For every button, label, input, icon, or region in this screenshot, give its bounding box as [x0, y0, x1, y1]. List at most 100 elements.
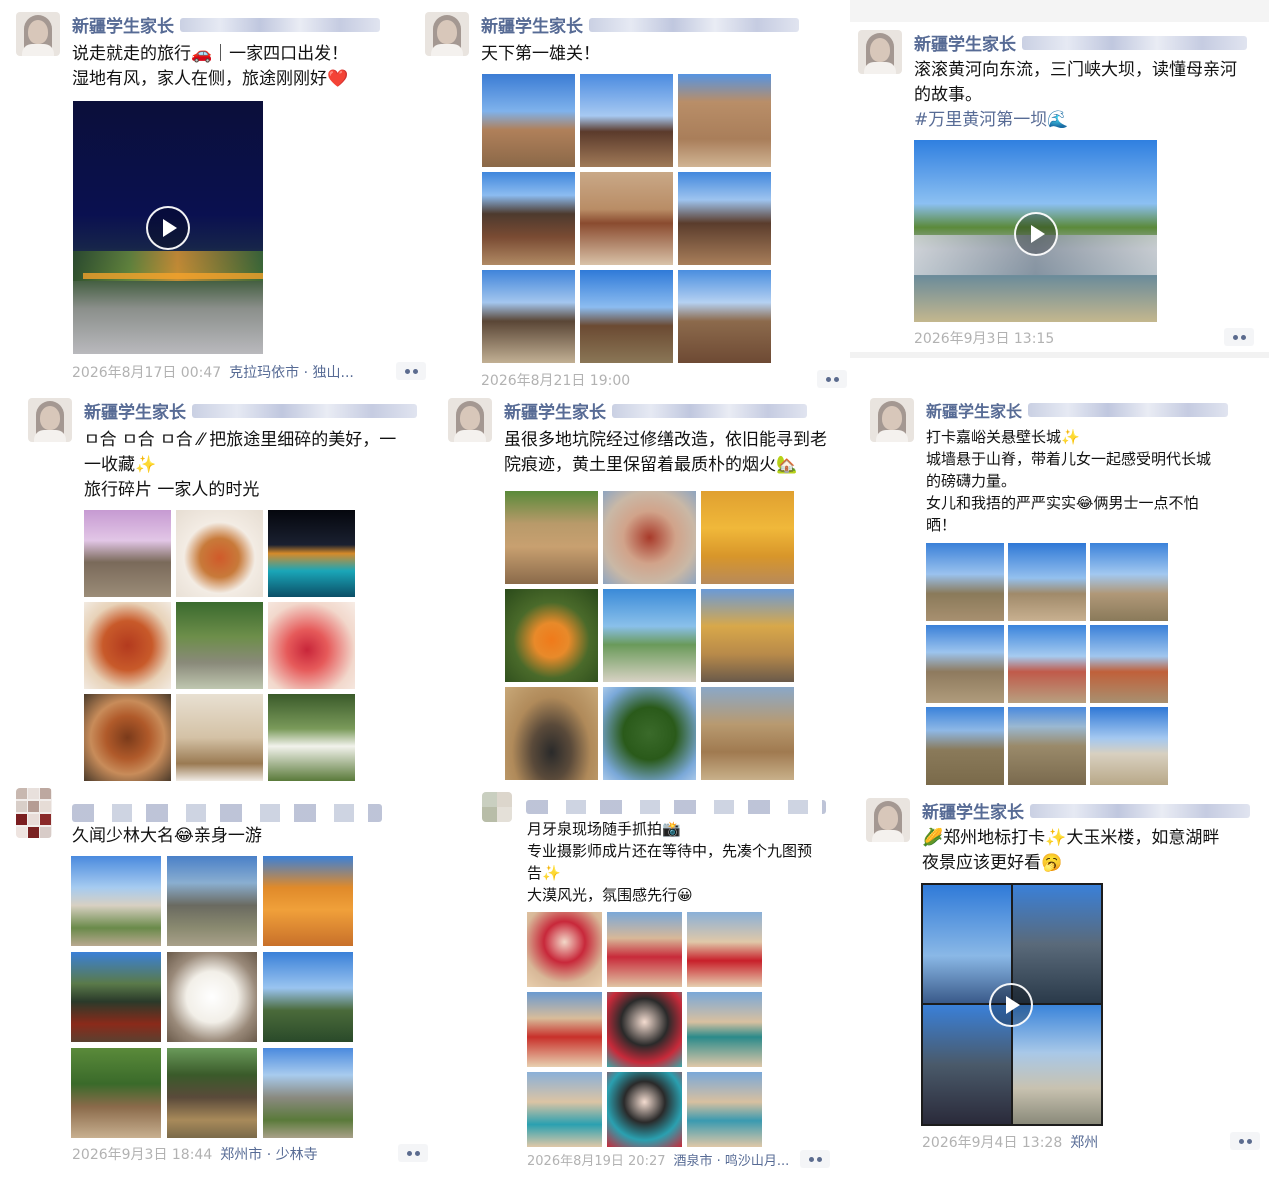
- photo[interactable]: [176, 602, 263, 689]
- post-location[interactable]: 克拉玛依市 · 独山...: [229, 365, 354, 381]
- photo[interactable]: [926, 543, 1004, 621]
- avatar[interactable]: [16, 788, 52, 838]
- photo[interactable]: [678, 270, 771, 363]
- play-icon[interactable]: [1014, 212, 1058, 256]
- play-icon[interactable]: [989, 983, 1033, 1027]
- post-time: 2026年9月4日 13:28: [922, 1135, 1063, 1151]
- photo[interactable]: [527, 992, 602, 1067]
- photo[interactable]: [268, 694, 355, 781]
- photo[interactable]: [482, 270, 575, 363]
- photo[interactable]: [482, 74, 575, 167]
- photo[interactable]: [701, 687, 794, 780]
- nickname[interactable]: 新疆学生家长: [504, 403, 606, 423]
- post-text-line: 天下第一雄关！: [481, 44, 600, 64]
- photo[interactable]: [505, 687, 598, 780]
- photo[interactable]: [687, 992, 762, 1067]
- more-dots-icon[interactable]: [1224, 328, 1254, 346]
- nickname[interactable]: 新疆学生家长: [926, 402, 1022, 421]
- nickname[interactable]: 新疆学生家长: [72, 17, 174, 37]
- photo[interactable]: [678, 172, 771, 265]
- more-dots-icon[interactable]: [800, 1150, 830, 1168]
- post-location[interactable]: 酒泉市 · 鸣沙山月...: [674, 1154, 790, 1169]
- redacted-name: [1028, 403, 1229, 417]
- post-location[interactable]: 郑州市 · 少林寺: [220, 1147, 317, 1163]
- photo[interactable]: [167, 952, 257, 1042]
- post-text-line: 一收藏✨: [84, 455, 157, 475]
- photo[interactable]: [687, 912, 762, 987]
- video-thumbnail[interactable]: [73, 101, 263, 354]
- more-dots-icon[interactable]: [1230, 1132, 1260, 1150]
- photo[interactable]: [1008, 543, 1086, 621]
- photo[interactable]: [1008, 707, 1086, 785]
- post-text-line: 🌽郑州地标打卡✨大玉米楼，如意湖畔: [922, 828, 1220, 848]
- post-text-line: 大漠风光，氛围感先行😀: [527, 886, 693, 904]
- photo[interactable]: [263, 856, 353, 946]
- post-text: 天下第一雄关！: [481, 42, 600, 67]
- photo[interactable]: [603, 491, 696, 584]
- photo[interactable]: [701, 491, 794, 584]
- photo[interactable]: [1090, 625, 1168, 703]
- photo[interactable]: [701, 589, 794, 682]
- photo[interactable]: [1090, 543, 1168, 621]
- photo[interactable]: [84, 694, 171, 781]
- post-text-line: 晒！: [926, 516, 957, 534]
- photo[interactable]: [607, 1072, 682, 1147]
- photo[interactable]: [687, 1072, 762, 1147]
- nickname[interactable]: 新疆学生家长: [481, 17, 583, 37]
- photo[interactable]: [505, 589, 598, 682]
- photo[interactable]: [603, 687, 696, 780]
- video-thumbnail[interactable]: [921, 883, 1103, 1126]
- photo[interactable]: [1090, 707, 1168, 785]
- photo[interactable]: [527, 1072, 602, 1147]
- photo[interactable]: [607, 992, 682, 1067]
- more-dots-icon[interactable]: [396, 362, 426, 380]
- avatar[interactable]: [870, 398, 914, 442]
- post-location[interactable]: 郑州: [1070, 1135, 1098, 1151]
- photo[interactable]: [678, 74, 771, 167]
- photo[interactable]: [263, 1048, 353, 1138]
- avatar[interactable]: [16, 12, 60, 56]
- more-dots-icon[interactable]: [398, 1144, 428, 1162]
- post-text: ㅁ合 ㅁ合 ㅁ合 ⁄⁄ 把旅途里细碎的美好，一 一收藏✨ 旅行碎片 一家人的时光: [84, 428, 396, 503]
- photo[interactable]: [1008, 625, 1086, 703]
- avatar[interactable]: [482, 792, 512, 822]
- avatar[interactable]: [866, 798, 910, 842]
- avatar[interactable]: [858, 30, 902, 74]
- video-thumbnail[interactable]: [914, 140, 1157, 322]
- avatar[interactable]: [28, 398, 72, 442]
- avatar[interactable]: [425, 12, 469, 56]
- photo[interactable]: [580, 172, 673, 265]
- photo[interactable]: [607, 912, 682, 987]
- photo[interactable]: [505, 491, 598, 584]
- photo[interactable]: [71, 1048, 161, 1138]
- photo[interactable]: [71, 952, 161, 1042]
- avatar[interactable]: [448, 398, 492, 442]
- photo[interactable]: [268, 602, 355, 689]
- photo[interactable]: [527, 912, 602, 987]
- photo[interactable]: [84, 602, 171, 689]
- hashtag-link[interactable]: #万里黄河第一坝🌊: [914, 108, 1237, 133]
- post-text: 久闻少林大名😂亲身一游: [72, 824, 262, 849]
- redacted-name: [612, 403, 807, 418]
- nickname[interactable]: 新疆学生家长: [922, 803, 1024, 823]
- photo[interactable]: [84, 510, 171, 597]
- redacted-name: [72, 803, 382, 822]
- photo[interactable]: [268, 510, 355, 597]
- photo[interactable]: [167, 1048, 257, 1138]
- photo[interactable]: [482, 172, 575, 265]
- photo[interactable]: [603, 589, 696, 682]
- photo[interactable]: [71, 856, 161, 946]
- photo[interactable]: [580, 270, 673, 363]
- photo[interactable]: [580, 74, 673, 167]
- more-dots-icon[interactable]: [817, 370, 847, 388]
- photo[interactable]: [167, 856, 257, 946]
- photo[interactable]: [926, 707, 1004, 785]
- play-icon[interactable]: [146, 206, 190, 250]
- nickname[interactable]: 新疆学生家长: [914, 35, 1016, 55]
- photo[interactable]: [176, 510, 263, 597]
- photo-grid: [527, 912, 762, 1147]
- nickname[interactable]: 新疆学生家长: [84, 403, 186, 423]
- photo[interactable]: [263, 952, 353, 1042]
- photo[interactable]: [176, 694, 263, 781]
- photo[interactable]: [926, 625, 1004, 703]
